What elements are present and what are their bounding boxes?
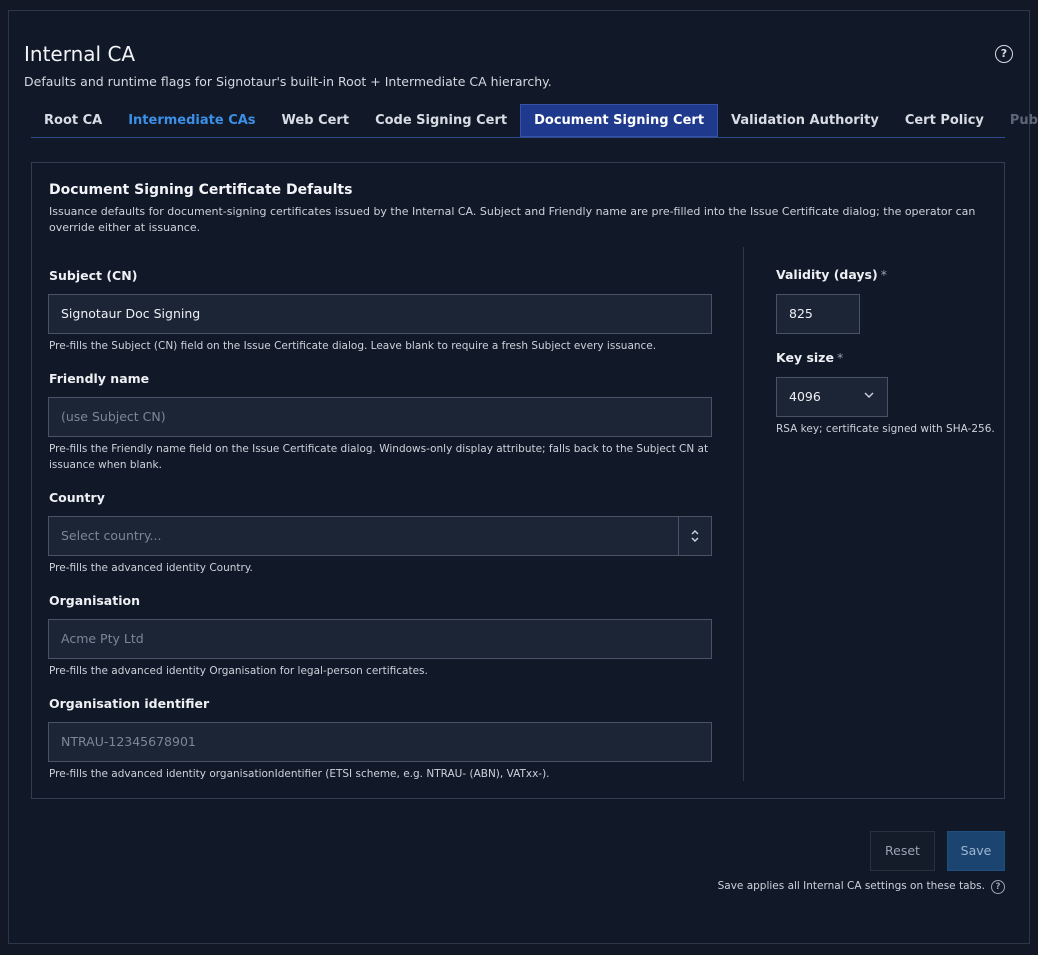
page-subtitle: Defaults and runtime flags for Signotaur… (24, 74, 552, 89)
reset-button[interactable]: Reset (870, 831, 935, 871)
required-mark: * (836, 350, 844, 365)
key-size-label: Key size * (776, 350, 843, 365)
panel-title: Document Signing Certificate Defaults (49, 182, 353, 198)
organisation-hint: Pre-fills the advanced identity Organisa… (49, 665, 428, 677)
updown-chevron-icon (678, 517, 711, 555)
save-button[interactable]: Save (947, 831, 1005, 871)
tab-validation-authority[interactable]: Validation Authority (718, 104, 892, 137)
tab-intermediate-cas[interactable]: Intermediate CAs (115, 104, 268, 137)
country-select[interactable]: Select country... (48, 516, 712, 556)
help-icon[interactable]: ? (991, 880, 1005, 894)
key-size-select[interactable]: 4096 (776, 377, 888, 417)
country-label: Country (49, 490, 105, 505)
org-identifier-label: Organisation identifier (49, 696, 210, 711)
key-size-value: 4096 (789, 389, 821, 404)
country-select-value: Select country... (61, 528, 162, 543)
organisation-input[interactable]: Acme Pty Ltd (48, 619, 712, 659)
save-footer-note: Save applies all Internal CA settings on… (717, 880, 985, 892)
subject-hint: Pre-fills the Subject (CN) field on the … (49, 340, 657, 352)
tab-root-ca[interactable]: Root CA (31, 104, 115, 137)
key-size-hint: RSA key; certificate signed with SHA-256… (776, 423, 995, 435)
tab-public-dist: Public Dist (1009, 113, 1038, 128)
tab-code-signing-cert[interactable]: Code Signing Cert (362, 104, 520, 137)
validity-label-text: Validity (days) (776, 267, 878, 282)
subject-input[interactable]: Signotaur Doc Signing (48, 294, 712, 334)
panel-description: Issuance defaults for document-signing c… (49, 205, 976, 234)
subject-label: Subject (CN) (49, 268, 138, 283)
tab-cert-policy[interactable]: Cert Policy (892, 104, 997, 137)
org-identifier-input[interactable]: NTRAU-12345678901 (48, 722, 712, 762)
column-divider (743, 247, 744, 781)
friendly-name-hint: Pre-fills the Friendly name field on the… (49, 443, 709, 471)
required-mark: * (880, 267, 887, 282)
friendly-name-input[interactable]: (use Subject CN) (48, 397, 712, 437)
settings-panel: Document Signing Certificate Defaults Is… (31, 162, 1005, 799)
chevron-down-icon (864, 392, 874, 398)
tab-bar: Root CA Intermediate CAs Web Cert Code S… (31, 104, 1038, 138)
tab-document-signing-cert[interactable]: Document Signing Cert (520, 104, 719, 137)
help-icon[interactable]: ? (995, 45, 1013, 63)
organisation-label: Organisation (49, 593, 140, 608)
validity-label: Validity (days) * (776, 267, 887, 282)
validity-input[interactable]: 825 (776, 294, 860, 334)
friendly-name-label: Friendly name (49, 371, 150, 386)
page-title: Internal CA (24, 42, 136, 66)
org-identifier-hint: Pre-fills the advanced identity organisa… (49, 768, 550, 780)
country-hint: Pre-fills the advanced identity Country. (49, 562, 253, 574)
key-size-label-text: Key size (776, 350, 834, 365)
tab-web-cert[interactable]: Web Cert (269, 104, 363, 137)
